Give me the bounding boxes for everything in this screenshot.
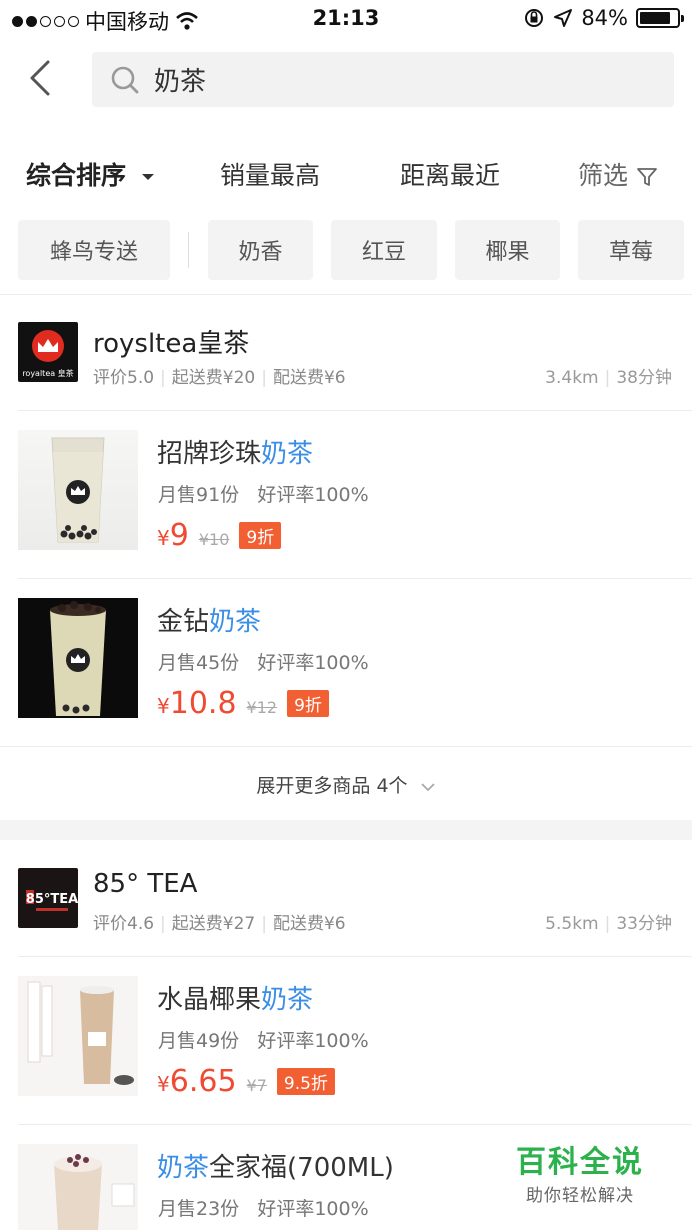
svg-text:85°TEA: 85°TEA	[26, 892, 78, 907]
product-price: ¥10.8 ¥12 9折	[157, 686, 329, 721]
watermark-title: 百科全说	[516, 1145, 644, 1180]
divider	[18, 410, 692, 411]
filter-chips: 蜂鸟专送 奶香 红豆 椰果 草莓	[0, 220, 692, 280]
watermark-subtitle: 助你轻松解决	[526, 1186, 634, 1206]
product-image	[18, 976, 138, 1096]
product-name: 水晶椰果奶茶	[157, 985, 314, 1015]
search-input[interactable]: 奶茶	[92, 52, 674, 107]
filter-button[interactable]: 筛选	[578, 156, 658, 192]
shop-meta: 评价5.0 | 起送费¥20 | 配送费¥6	[93, 368, 346, 388]
caret-down-icon	[141, 174, 154, 180]
chip-yeguo[interactable]: 椰果	[455, 220, 560, 280]
expand-more-label: 展开更多商品 4个	[256, 775, 408, 797]
discount-badge: 9.5折	[276, 1068, 335, 1095]
sort-comprehensive-label: 综合排序	[26, 161, 127, 190]
product-image	[18, 1144, 138, 1230]
divider	[18, 1124, 692, 1125]
chip-naixiang[interactable]: 奶香	[208, 220, 313, 280]
expand-more-button[interactable]: 展开更多商品 4个	[0, 771, 692, 798]
search-query: 奶茶	[154, 67, 207, 97]
status-bar: 中国移动 21:13 84%	[0, 0, 692, 40]
shop-logo: royaltea 皇茶	[18, 322, 78, 382]
sort-distance-button[interactable]: 距离最近	[400, 156, 500, 192]
battery-icon	[636, 8, 684, 28]
product-name: 金钻奶茶	[157, 607, 262, 637]
product-sales: 月售91份 好评率100%	[158, 484, 369, 506]
divider	[0, 746, 692, 747]
filter-label: 筛选	[578, 161, 629, 190]
shop-distance: 5.5km | 33分钟	[545, 914, 672, 934]
tea85-logo-icon: 85°TEA	[26, 890, 78, 911]
section-gap	[0, 820, 692, 840]
sort-bar: 综合排序 销量最高 距离最近 筛选	[0, 150, 692, 200]
shop-name: roysltea皇茶	[93, 329, 250, 359]
svg-text:royaltea 皇茶: royaltea 皇茶	[22, 368, 73, 378]
product-price: ¥9 ¥10 9折	[157, 518, 282, 553]
shop-distance: 3.4km | 38分钟	[545, 368, 672, 388]
product-image	[18, 598, 138, 718]
crown-logo-icon: royaltea 皇茶	[22, 330, 74, 378]
product-price: ¥6.65 ¥7 9.5折	[157, 1064, 335, 1099]
discount-badge: 9折	[239, 522, 282, 549]
shop-meta: 评价4.6 | 起送费¥27 | 配送费¥6	[93, 914, 346, 934]
product-sales: 月售49份 好评率100%	[158, 1030, 369, 1052]
chip-hongdou[interactable]: 红豆	[331, 220, 437, 280]
search-icon	[111, 66, 139, 93]
sort-sales-button[interactable]: 销量最高	[220, 156, 320, 192]
product-sales: 月售23份 好评率100%	[158, 1198, 369, 1220]
divider	[18, 578, 692, 579]
rotation-lock-icon	[525, 9, 544, 27]
watermark-logo: 百科全说 助你轻松解决	[506, 1133, 654, 1210]
battery-percent: 84%	[581, 6, 628, 30]
chevron-down-icon	[420, 782, 435, 791]
discount-badge: 9折	[287, 690, 329, 717]
chip-divider	[188, 232, 189, 268]
location-arrow-icon	[554, 9, 573, 27]
shop-logo: 85°TEA	[18, 868, 78, 928]
product-name: 奶茶全家福(700ML)	[157, 1153, 394, 1183]
divider	[0, 294, 692, 295]
product-image	[18, 430, 138, 550]
sort-comprehensive-button[interactable]: 综合排序	[26, 156, 155, 192]
shop-name: 85° TEA	[93, 869, 198, 899]
chip-caomei[interactable]: 草莓	[578, 220, 684, 280]
chip-fengniao[interactable]: 蜂鸟专送	[18, 220, 170, 280]
product-name: 招牌珍珠奶茶	[157, 439, 314, 469]
funnel-icon	[637, 168, 657, 186]
product-sales: 月售45份 好评率100%	[158, 652, 369, 674]
back-arrow-icon[interactable]	[22, 58, 58, 98]
divider	[18, 956, 692, 957]
